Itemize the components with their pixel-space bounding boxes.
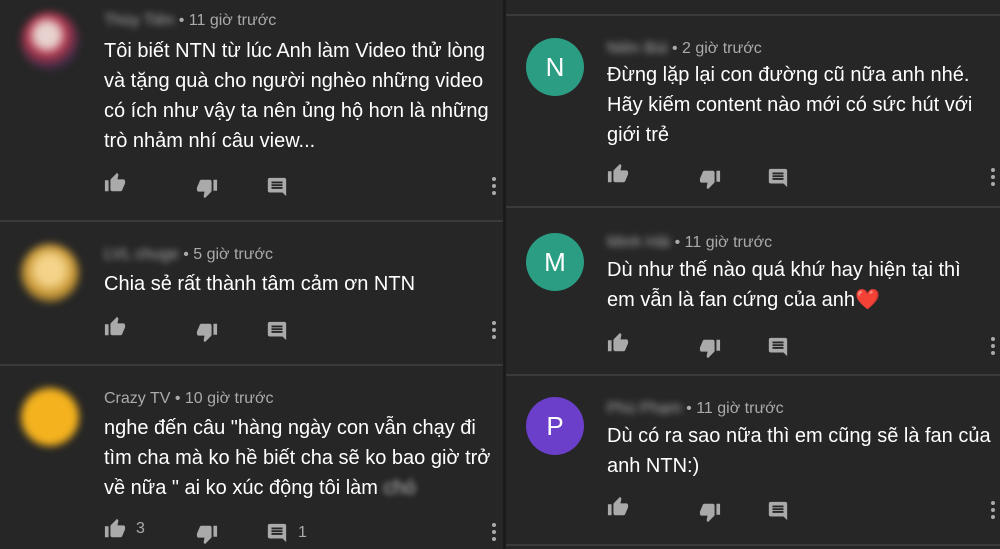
comment-icon (768, 168, 788, 188)
comment-actions (607, 163, 907, 193)
thumb-down-icon (196, 323, 218, 343)
thumb-up-icon (607, 163, 629, 183)
thumb-down-icon (196, 179, 218, 199)
avatar-letter: M (544, 246, 566, 277)
like-button[interactable] (607, 163, 629, 185)
reply-button[interactable] (767, 167, 789, 189)
avatar[interactable] (21, 12, 79, 70)
thumb-down-icon (699, 339, 721, 359)
dislike-button[interactable] (699, 168, 721, 190)
reply-button[interactable] (266, 176, 288, 198)
comment-icon (267, 523, 287, 543)
thumb-up-icon (104, 172, 126, 192)
like-button[interactable] (104, 172, 126, 194)
comment-text: Đừng lặp lại con đường cũ nữa anh nhé. H… (607, 64, 973, 146)
more-vertical-icon[interactable] (491, 177, 497, 198)
reply-button[interactable] (767, 336, 789, 358)
avatar[interactable]: M (526, 233, 584, 291)
comment-text-main: nghe đến câu "hàng ngày con vẫn chạy đi … (104, 417, 491, 499)
divider (506, 544, 1000, 546)
thumb-down-icon (699, 170, 721, 190)
comment-icon (267, 177, 287, 197)
more-vertical-icon[interactable] (491, 321, 497, 342)
reply-button[interactable] (767, 500, 789, 522)
comment-item: Thùy Tiên • 11 giờ trước Tôi biết NTN từ… (0, 0, 503, 220)
comment-author[interactable]: LVL chuge (104, 246, 179, 263)
comment-time[interactable]: 11 giờ trước (189, 12, 276, 29)
comment-icon (267, 321, 287, 341)
comment-text-blurred: chó (383, 477, 416, 499)
comment-icon (768, 337, 788, 357)
more-vertical-icon[interactable] (990, 337, 996, 358)
thumb-up-icon (104, 518, 126, 538)
like-button[interactable] (104, 316, 126, 338)
comment-time[interactable]: 11 giờ trước (685, 234, 772, 251)
dislike-button[interactable] (196, 177, 218, 199)
thumb-up-icon (607, 496, 629, 516)
comment-actions (104, 172, 404, 202)
like-button[interactable] (607, 332, 629, 354)
reply-button[interactable] (266, 320, 288, 342)
comment-author[interactable]: Phú Phạm (607, 400, 682, 417)
comment-actions: 3 1 (104, 518, 404, 548)
comment-author[interactable]: Thùy Tiên (104, 12, 174, 29)
comment-icon (768, 501, 788, 521)
comment-actions (607, 332, 907, 362)
dislike-button[interactable] (196, 523, 218, 545)
dislike-button[interactable] (196, 321, 218, 343)
comment-item: LVL chuge • 5 giờ trước Chia sẻ rất thàn… (0, 222, 503, 364)
thumb-down-icon (699, 503, 721, 523)
more-vertical-icon[interactable] (491, 523, 497, 544)
dislike-button[interactable] (699, 337, 721, 359)
comment-author[interactable]: Minh Hải (607, 234, 670, 251)
more-vertical-icon[interactable] (990, 168, 996, 189)
comment-item: M Minh Hải • 11 giờ trước Dù như thế nào… (506, 208, 1000, 374)
avatar-letter: N (545, 51, 565, 82)
comment-actions (607, 496, 907, 526)
avatar[interactable] (21, 244, 79, 302)
comment-time[interactable]: 5 giờ trước (193, 246, 273, 263)
thumb-up-icon (607, 332, 629, 352)
more-vertical-icon[interactable] (990, 501, 996, 522)
avatar[interactable] (21, 388, 79, 446)
comment-actions (104, 316, 404, 346)
reply-count: 1 (298, 524, 307, 541)
comment-time[interactable]: 10 giờ trước (185, 390, 274, 407)
dislike-button[interactable] (699, 501, 721, 523)
like-count: 3 (136, 520, 145, 537)
thumb-down-icon (196, 525, 218, 545)
comment-text: Dù có ra sao nữa thì em cũng sẽ là fan c… (607, 425, 991, 477)
like-button[interactable]: 3 (104, 518, 145, 540)
left-comments-panel: Thùy Tiên • 11 giờ trước Tôi biết NTN từ… (0, 0, 503, 549)
avatar[interactable]: N (526, 38, 584, 96)
thumb-up-icon (104, 316, 126, 336)
comment-text: Chia sẻ rất thành tâm cảm ơn NTN (104, 273, 416, 295)
comment-time[interactable]: 11 giờ trước (696, 400, 783, 417)
comment-text: Dù như thế nào quá khứ hay hiện tại thì … (607, 259, 961, 311)
comment-time[interactable]: 2 giờ trước (682, 40, 762, 57)
comment-author[interactable]: Niên Bùi (607, 40, 667, 57)
avatar-letter: P (546, 410, 564, 441)
avatar[interactable]: P (526, 397, 584, 455)
comment-item: Crazy TV • 10 giờ trước nghe đến câu "hà… (0, 366, 503, 549)
right-comments-panel: N Niên Bùi • 2 giờ trước Đừng lặp lại co… (506, 0, 1000, 549)
comment-author[interactable]: Crazy TV (104, 390, 170, 407)
comment-text: Tôi biết NTN từ lúc Anh làm Video thử lò… (104, 40, 489, 152)
comment-text: nghe đến câu "hàng ngày con vẫn chạy đi … (104, 413, 496, 503)
comment-item: P Phú Phạm • 11 giờ trước Dù có ra sao n… (506, 376, 1000, 549)
comment-item: N Niên Bùi • 2 giờ trước Đừng lặp lại co… (506, 16, 1000, 206)
like-button[interactable] (607, 496, 629, 518)
reply-button[interactable]: 1 (266, 522, 307, 544)
